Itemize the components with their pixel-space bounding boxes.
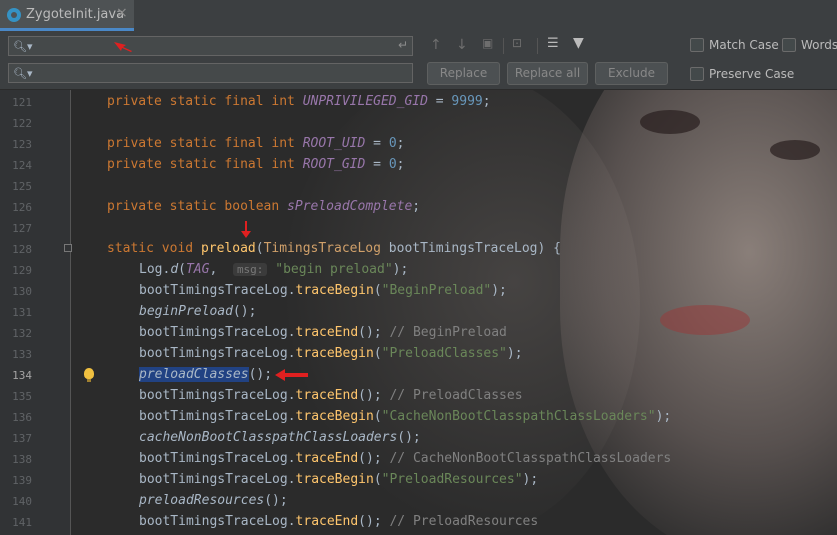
replace-all-button[interactable]: Replace all [507,62,588,85]
close-icon[interactable]: × [116,5,128,21]
tab-zygoteinit[interactable]: ZygoteInit.java × [0,0,134,31]
code-text[interactable]: Log.d(TAG, msg: "begin preload"); [139,262,408,277]
code-line: 141 bootTimingsTraceLog.traceEnd(); // P… [0,512,837,533]
words-checkbox[interactable] [782,38,796,52]
code-line: 122 [0,113,837,134]
line-number: 135 [12,390,32,403]
annotation-arrow [241,221,251,238]
code-line: 129 Log.d(TAG, msg: "begin preload"); [0,260,837,281]
code-text[interactable]: private static final int ROOT_UID = 0; [107,136,404,151]
code-text[interactable]: bootTimingsTraceLog.traceBegin("CacheNon… [139,409,671,424]
code-text[interactable]: bootTimingsTraceLog.traceEnd(); // Prelo… [139,514,538,529]
selected-text: preloadClasses [139,367,249,382]
match-case-checkbox[interactable] [690,38,704,52]
code-line: 123 private static final int ROOT_UID = … [0,134,837,155]
code-text[interactable]: private static boolean sPreloadComplete; [107,199,420,214]
preserve-case-checkbox[interactable] [690,67,704,81]
code-line: 133 bootTimingsTraceLog.traceBegin("Prel… [0,344,837,365]
java-class-icon [7,8,21,22]
code-line: 132 bootTimingsTraceLog.traceEnd(); // B… [0,323,837,344]
replace-input[interactable] [31,65,390,83]
code-line: 130 bootTimingsTraceLog.traceBegin("Begi… [0,281,837,302]
code-line: 126 private static boolean sPreloadCompl… [0,197,837,218]
line-number: 121 [12,96,32,109]
line-number: 133 [12,348,32,361]
line-number: 129 [12,264,32,277]
code-line: 136 bootTimingsTraceLog.traceBegin("Cach… [0,407,837,428]
code-line: 131 beginPreload(); [0,302,837,323]
code-editor[interactable]: 121 private static final int UNPRIVILEGE… [0,90,837,535]
in-selection-icon[interactable]: ☰ [547,36,559,51]
prev-occurrence-icon[interactable]: ↑ [430,37,442,53]
line-number: 131 [12,306,32,319]
code-text[interactable]: private static final int ROOT_GID = 0; [107,157,404,172]
search-icon: 🔍︎▾ [13,67,33,80]
fold-icon[interactable] [64,244,72,252]
line-number: 127 [12,222,32,235]
replace-button[interactable]: Replace [427,62,500,85]
line-number: 125 [12,180,32,193]
parameter-hint: msg: [232,263,268,276]
filter-icon[interactable]: ▼ [573,35,584,51]
line-number: 138 [12,453,32,466]
search-input[interactable] [31,38,390,56]
code-text[interactable]: bootTimingsTraceLog.traceBegin("PreloadR… [139,472,538,487]
line-number: 136 [12,411,32,424]
code-text[interactable]: bootTimingsTraceLog.traceEnd(); // Prelo… [139,388,523,403]
code-text[interactable]: cacheNonBootClasspathClassLoaders(); [139,430,421,445]
code-text[interactable]: bootTimingsTraceLog.traceBegin("PreloadC… [139,346,523,361]
toolbar-separator [537,38,538,54]
line-number: 141 [12,516,32,529]
code-line: 138 bootTimingsTraceLog.traceEnd(); // C… [0,449,837,470]
tab-filename: ZygoteInit.java [26,7,125,22]
line-number: 137 [12,432,32,445]
search-field[interactable]: 🔍︎▾ ↵ [8,36,413,56]
toolbar-separator [503,38,504,54]
line-number: 130 [12,285,32,298]
find-replace-panel: 🔍︎▾ ↵ ↑ ↓ ▣ ⊡ ☰ ▼ Match Case Words 🔍︎▾ R… [0,31,837,90]
line-number: 126 [12,201,32,214]
code-text[interactable]: static void preload(TimingsTraceLog boot… [107,241,561,256]
line-number: 134 [12,369,32,382]
add-selection-icon[interactable]: ⊡ [512,36,522,50]
code-text[interactable]: bootTimingsTraceLog.traceEnd(); // Cache… [139,451,671,466]
match-case-label: Match Case [709,38,779,52]
newline-icon[interactable]: ↵ [398,38,408,52]
line-number: 123 [12,138,32,151]
code-line: 135 bootTimingsTraceLog.traceEnd(); // P… [0,386,837,407]
line-number: 122 [12,117,32,130]
code-line: 125 [0,176,837,197]
next-occurrence-icon[interactable]: ↓ [456,37,468,53]
code-text[interactable]: beginPreload(); [139,304,256,319]
code-line: 121 private static final int UNPRIVILEGE… [0,92,837,113]
code-line-current: 134 preloadClasses(); [0,365,837,386]
preserve-case-label: Preserve Case [709,67,795,81]
replace-field[interactable]: 🔍︎▾ [8,63,413,83]
select-all-occurrences-icon[interactable]: ▣ [482,36,493,50]
line-number: 128 [12,243,32,256]
code-line: 128 static void preload(TimingsTraceLog … [0,221,837,260]
code-text[interactable]: bootTimingsTraceLog.traceEnd(); // Begin… [139,325,507,340]
code-line: 139 bootTimingsTraceLog.traceBegin("Prel… [0,470,837,491]
code-line: 124 private static final int ROOT_GID = … [0,155,837,176]
search-icon: 🔍︎▾ [13,40,33,53]
code-line: 137 cacheNonBootClasspathClassLoaders(); [0,428,837,449]
line-number: 139 [12,474,32,487]
code-text[interactable]: preloadClasses(); [139,367,272,382]
line-number: 132 [12,327,32,340]
code-line: 127 [0,218,837,239]
annotation-arrow [114,42,132,52]
code-text[interactable]: bootTimingsTraceLog.traceBegin("BeginPre… [139,283,507,298]
code-text[interactable]: private static final int UNPRIVILEGED_GI… [107,94,491,109]
line-number: 140 [12,495,32,508]
line-number: 124 [12,159,32,172]
exclude-button[interactable]: Exclude [595,62,668,85]
editor-tab-bar: ZygoteInit.java × [0,0,837,32]
annotation-arrow [275,369,308,381]
code-line: 140 preloadResources(); [0,491,837,512]
intention-bulb-icon[interactable] [84,368,94,382]
code-text[interactable]: preloadResources(); [139,493,288,508]
words-label: Words [801,38,837,52]
